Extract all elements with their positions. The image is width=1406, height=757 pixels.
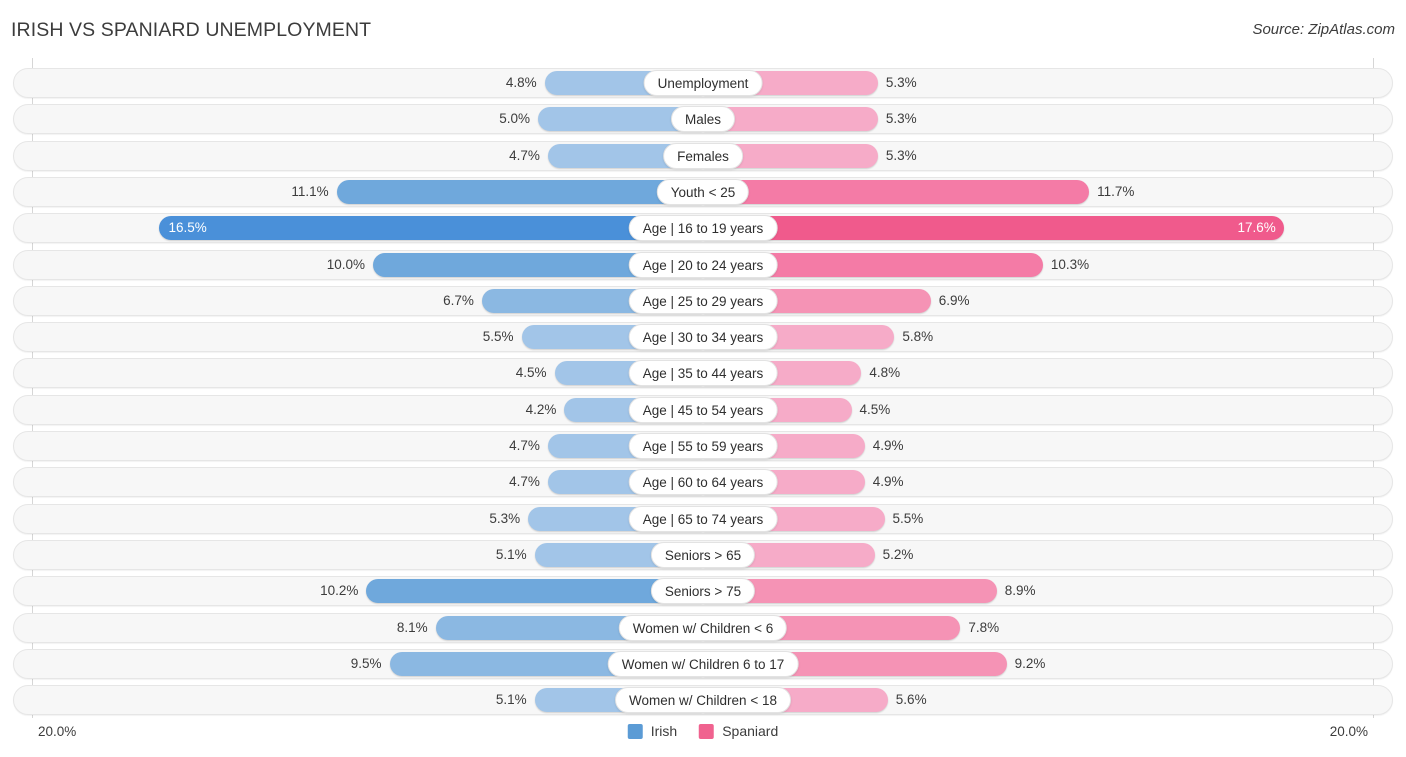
bar-irish[interactable] — [158, 216, 703, 241]
chart-plot-area: 4.8% 5.3% Unemployment 5.0% 5.3% Males 4.7% 5.3… — [0, 58, 1406, 718]
value-label-irish: 5.1% — [495, 546, 527, 562]
legend-label: Irish — [650, 723, 678, 739]
table-row[interactable]: 9.5% 9.2% Women w/ Children 6 to 17 — [13, 648, 1393, 679]
value-label-spaniard: 7.8% — [968, 619, 1000, 635]
legend-label: Spaniard — [722, 723, 779, 739]
table-row[interactable]: 5.1% 5.6% Women w/ Children < 18 — [13, 685, 1393, 716]
category-label-pill[interactable]: Seniors > 75 — [650, 578, 756, 605]
table-row[interactable]: 4.2% 4.5% Age | 45 to 54 years — [13, 394, 1393, 425]
value-label-irish: 4.7% — [509, 438, 540, 453]
table-row[interactable]: 5.1% 5.2% Seniors > 65 — [13, 539, 1393, 570]
category-label-pill[interactable]: Women w/ Children < 18 — [615, 687, 791, 714]
table-row[interactable]: 5.3% 5.5% Age | 65 to 74 years — [13, 503, 1393, 534]
value-label-irish: 6.7% — [443, 292, 474, 308]
category-label-pill[interactable]: Males — [670, 106, 736, 133]
chart-page: IRISH VS SPANIARD UNEMPLOYMENT Source: Z… — [0, 0, 1406, 757]
table-row[interactable]: 5.5% 5.8% Age | 30 to 34 years — [13, 322, 1393, 353]
value-label-spaniard: 8.9% — [1004, 583, 1036, 599]
value-label-spaniard: 4.8% — [869, 365, 901, 381]
value-label-spaniard: 17.6% — [1237, 220, 1276, 236]
source-attribution: Source: ZipAtlas.com — [1252, 21, 1395, 38]
value-label-irish: 8.1% — [396, 619, 428, 635]
value-label-irish: 5.5% — [482, 329, 514, 345]
chart-header: IRISH VS SPANIARD UNEMPLOYMENT Source: Z… — [0, 0, 1406, 58]
table-row[interactable]: 4.7% 4.9% Age | 55 to 59 years — [13, 431, 1393, 461]
table-row[interactable]: 4.7% 5.3% Females — [13, 140, 1393, 171]
table-row[interactable]: 11.1% 11.7% Youth < 25 — [13, 176, 1393, 207]
category-label-pill[interactable]: Age | 20 to 24 years — [628, 251, 778, 278]
value-label-spaniard: 5.6% — [895, 692, 927, 708]
value-label-spaniard: 10.3% — [1050, 256, 1090, 272]
category-label-pill[interactable]: Age | 45 to 54 years — [628, 396, 778, 423]
table-row[interactable]: 5.0% 5.3% Males — [13, 104, 1393, 135]
category-label-pill[interactable]: Age | 35 to 44 years — [628, 360, 778, 387]
value-label-irish: 4.7% — [509, 474, 540, 490]
legend-swatch-icon — [699, 723, 715, 739]
table-row[interactable]: 4.8% 5.3% Unemployment — [13, 68, 1393, 98]
table-row[interactable]: 10.2% 8.9% Seniors > 75 — [13, 576, 1393, 607]
value-label-irish: 9.5% — [350, 655, 382, 671]
value-label-irish: 4.2% — [525, 401, 557, 417]
legend-item[interactable]: Spaniard — [699, 723, 778, 739]
chart-footer: 20.0% 20.0% Irish Spaniard — [0, 718, 1406, 757]
category-label-pill[interactable]: Women w/ Children < 6 — [618, 614, 788, 641]
value-label-irish: 11.1% — [291, 183, 329, 199]
category-label-pill[interactable]: Seniors > 65 — [650, 541, 756, 568]
value-label-irish: 10.2% — [320, 583, 359, 599]
value-label-spaniard: 5.3% — [885, 111, 917, 127]
table-row[interactable]: 8.1% 7.8% Women w/ Children < 6 — [13, 612, 1393, 643]
value-label-spaniard: 5.8% — [902, 329, 934, 345]
table-row[interactable]: 6.7% 6.9% Age | 25 to 29 years — [13, 285, 1393, 316]
category-label-pill[interactable]: Women w/ Children 6 to 17 — [607, 650, 799, 677]
value-label-irish: 16.5% — [168, 220, 207, 236]
bar-spaniard[interactable] — [703, 179, 1090, 204]
chart-legend: Irish Spaniard — [627, 723, 778, 739]
bar-irish[interactable] — [336, 179, 703, 204]
value-label-spaniard: 6.9% — [938, 292, 970, 308]
value-label-spaniard: 11.7% — [1097, 183, 1135, 199]
value-label-spaniard: 5.3% — [885, 147, 917, 163]
category-label-pill[interactable]: Females — [663, 142, 743, 169]
axis-label-left: 20.0% — [38, 724, 77, 739]
value-label-spaniard: 5.5% — [892, 510, 924, 526]
category-label-pill[interactable]: Age | 65 to 74 years — [628, 505, 778, 532]
value-label-irish: 5.3% — [489, 510, 521, 526]
value-label-irish: 10.0% — [326, 256, 365, 272]
category-label-pill[interactable]: Age | 55 to 59 years — [628, 433, 778, 459]
value-label-spaniard: 4.5% — [859, 401, 891, 417]
value-label-spaniard: 9.2% — [1014, 655, 1046, 671]
table-row[interactable]: 16.5% 17.6% Age | 16 to 19 years — [13, 213, 1393, 244]
value-label-spaniard: 5.3% — [885, 75, 917, 90]
bar-spaniard[interactable] — [703, 216, 1284, 241]
value-label-irish: 4.7% — [509, 147, 540, 163]
category-label-pill[interactable]: Age | 16 to 19 years — [628, 215, 778, 242]
value-label-irish: 4.8% — [505, 75, 537, 90]
value-label-irish: 5.0% — [499, 111, 530, 127]
legend-swatch-icon — [627, 723, 643, 739]
axis-label-right: 20.0% — [1329, 724, 1368, 739]
page-title: IRISH VS SPANIARD UNEMPLOYMENT — [11, 19, 372, 41]
value-label-spaniard: 4.9% — [872, 474, 904, 490]
legend-item[interactable]: Irish — [627, 723, 678, 739]
category-label-pill[interactable]: Age | 25 to 29 years — [628, 287, 778, 314]
table-row[interactable]: 4.5% 4.8% Age | 35 to 44 years — [13, 358, 1393, 389]
value-label-irish: 5.1% — [495, 692, 527, 708]
value-label-spaniard: 5.2% — [882, 546, 914, 562]
value-label-spaniard: 4.9% — [872, 438, 904, 453]
category-label-pill[interactable]: Unemployment — [643, 70, 763, 96]
table-row[interactable]: 4.7% 4.9% Age | 60 to 64 years — [13, 467, 1393, 498]
value-label-irish: 4.5% — [515, 365, 547, 381]
category-label-pill[interactable]: Youth < 25 — [656, 178, 750, 205]
category-label-pill[interactable]: Age | 30 to 34 years — [628, 324, 778, 351]
table-row[interactable]: 10.0% 10.3% Age | 20 to 24 years — [13, 249, 1393, 280]
category-label-pill[interactable]: Age | 60 to 64 years — [628, 469, 778, 496]
